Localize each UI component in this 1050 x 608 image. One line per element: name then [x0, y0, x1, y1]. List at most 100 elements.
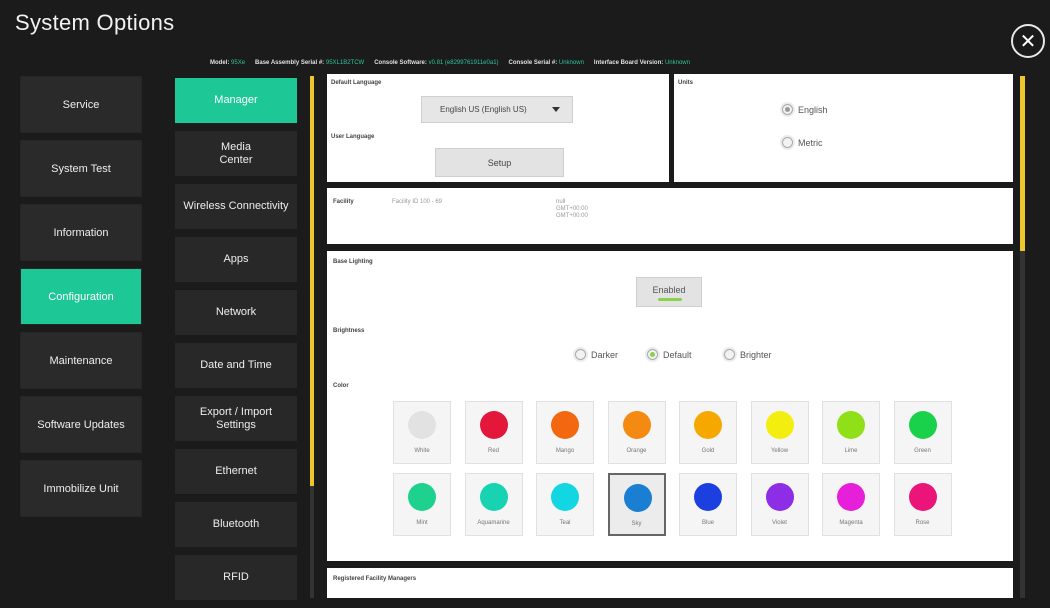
color-swatch-lime[interactable]: Lime: [822, 401, 880, 464]
sub-nav-item-bluetooth[interactable]: Bluetooth: [175, 502, 297, 547]
radio-icon: [782, 104, 793, 115]
radio-icon: [724, 349, 735, 360]
color-swatch-white[interactable]: White: [393, 401, 451, 464]
info-value: Unknown: [558, 60, 584, 66]
brightness-brighter-radio[interactable]: Brighter: [724, 349, 772, 360]
color-swatch-label: Violet: [772, 520, 787, 526]
color-swatch-label: Aquamarine: [477, 520, 510, 526]
color-circle: [622, 411, 651, 439]
sub-nav-label-line: Center: [219, 153, 253, 166]
color-swatch-label: Magenta: [839, 520, 863, 526]
color-swatch-blue[interactable]: Blue: [679, 473, 737, 536]
default-language-label: Default Language: [331, 80, 382, 86]
color-circle: [837, 483, 865, 511]
color-swatch-gold[interactable]: Gold: [679, 401, 737, 464]
color-swatch-label: Sky: [631, 521, 642, 527]
sub-nav-item-manager[interactable]: Manager: [175, 78, 297, 123]
color-swatch-label: Yellow: [770, 448, 789, 454]
color-swatch-orange[interactable]: Orange: [607, 401, 666, 464]
color-circle: [765, 411, 794, 439]
sub-nav-item-wireless-connectivity[interactable]: Wireless Connectivity: [175, 184, 297, 229]
close-button[interactable]: ✕: [1011, 24, 1045, 58]
base-lighting-label: Base Lighting: [333, 259, 373, 265]
color-swatch-label: Orange: [626, 448, 647, 454]
facility-label: Facility: [333, 199, 354, 205]
color-swatch-yellow[interactable]: Yellow: [750, 401, 809, 464]
brightness-default-label: Default: [663, 349, 692, 360]
sub-nav-item-apps[interactable]: Apps: [175, 237, 297, 282]
setup-button[interactable]: Setup: [435, 148, 564, 177]
info-value: Unknown: [664, 60, 690, 66]
sub-nav-scrollbar-thumb[interactable]: [310, 76, 314, 486]
facility-panel: Facility Facility ID 100 - 69 null GMT+0…: [327, 188, 1013, 244]
main-nav-item-system-test[interactable]: System Test: [20, 140, 142, 197]
toggle-label: Enabled: [652, 285, 686, 295]
units-metric-label: Metric: [798, 137, 823, 148]
units-metric-radio[interactable]: Metric: [782, 137, 823, 148]
brightness-brighter-label: Brighter: [740, 349, 772, 360]
color-circle: [551, 411, 579, 439]
lighting-enabled-toggle[interactable]: Enabled: [636, 277, 702, 307]
color-swatch-mint[interactable]: Mint: [393, 473, 451, 536]
brightness-darker-radio[interactable]: Darker: [575, 349, 618, 360]
sub-nav-label-line: Bluetooth: [212, 518, 260, 530]
main-nav-item-software-updates[interactable]: Software Updates: [20, 396, 142, 453]
main-nav-item-service[interactable]: Service: [20, 76, 142, 133]
brightness-darker-label: Darker: [591, 349, 619, 360]
sub-nav-item-export-import-settings[interactable]: Export / Import Settings: [175, 396, 297, 441]
color-circle: [408, 411, 436, 439]
color-circle: [551, 483, 579, 511]
color-circle: [408, 483, 436, 511]
sub-nav: Manager Media Center Wireless Connectivity A…: [175, 78, 297, 608]
color-swatch-aquamarine[interactable]: Aquamarine: [464, 473, 523, 536]
main-nav-item-immobilize-unit[interactable]: Immobilize Unit: [20, 460, 142, 517]
color-circle: [623, 484, 652, 512]
sub-nav-label-line: Manager: [214, 94, 258, 106]
color-label: Color: [333, 383, 349, 389]
sub-nav-item-network[interactable]: Network: [175, 290, 297, 335]
color-swatch-violet[interactable]: Violet: [750, 473, 809, 536]
facility-line: null: [556, 199, 566, 205]
color-swatch-green[interactable]: Green: [893, 401, 952, 464]
sub-nav-item-rfid[interactable]: RFID: [175, 555, 297, 600]
sub-nav-item-date-and-time[interactable]: Date and Time: [175, 343, 297, 388]
color-swatch-red[interactable]: Red: [464, 401, 523, 464]
info-value: v0.81 (e8299761911e0a1): [428, 60, 499, 66]
device-info-bar: Model: 95Xe Base Assembly Serial #: 95XL1…: [210, 60, 700, 72]
color-swatch-rose[interactable]: Rose: [893, 473, 952, 536]
info-label: Interface Board Version:: [593, 60, 664, 66]
sub-nav-label: Ethernet: [215, 465, 257, 478]
sub-nav-scrollbar-track[interactable]: [310, 486, 314, 598]
color-swatch-label: Rose: [915, 520, 930, 526]
content-scrollbar-track[interactable]: [1020, 251, 1025, 598]
color-swatch-label: Mint: [416, 520, 428, 526]
color-swatch-label: Blue: [701, 520, 714, 526]
main-nav-item-information[interactable]: Information: [20, 204, 142, 261]
default-language-dropdown[interactable]: English US (English US): [421, 96, 573, 123]
window-title: System Options: [15, 10, 175, 35]
facility-line: GMT+00:00: [556, 213, 588, 219]
sub-nav-item-ethernet[interactable]: Ethernet: [175, 449, 297, 494]
facility-managers-panel: Registered Facility Managers: [327, 568, 1013, 598]
facility-id: Facility ID 100 - 69: [392, 199, 443, 205]
toggle-indicator: [658, 298, 682, 301]
color-swatch-teal[interactable]: Teal: [536, 473, 594, 536]
color-circle: [837, 411, 865, 439]
color-circle: [765, 483, 794, 511]
facility-line: GMT+00:00: [556, 206, 588, 212]
sub-nav-label-line: Wireless Connectivity: [183, 200, 289, 212]
sub-nav-item-media-center[interactable]: Media Center: [175, 131, 297, 176]
color-swatch-sky[interactable]: Sky: [607, 473, 666, 536]
color-swatch-magenta[interactable]: Magenta: [822, 473, 880, 536]
info-label: Console Serial #:: [508, 60, 558, 66]
units-english-radio[interactable]: English: [782, 104, 828, 115]
sub-nav-label: Bluetooth: [213, 518, 259, 531]
close-icon: ✕: [1019, 30, 1037, 53]
color-swatch-mango[interactable]: Mango: [536, 401, 594, 464]
language-panel: Default Language English US (English US)…: [327, 74, 669, 182]
main-nav-item-configuration[interactable]: Configuration: [20, 268, 142, 325]
sub-nav-label: Apps: [223, 253, 248, 266]
content-scrollbar-thumb[interactable]: [1020, 76, 1025, 251]
main-nav-item-maintenance[interactable]: Maintenance: [20, 332, 142, 389]
brightness-default-radio[interactable]: Default: [647, 349, 692, 360]
